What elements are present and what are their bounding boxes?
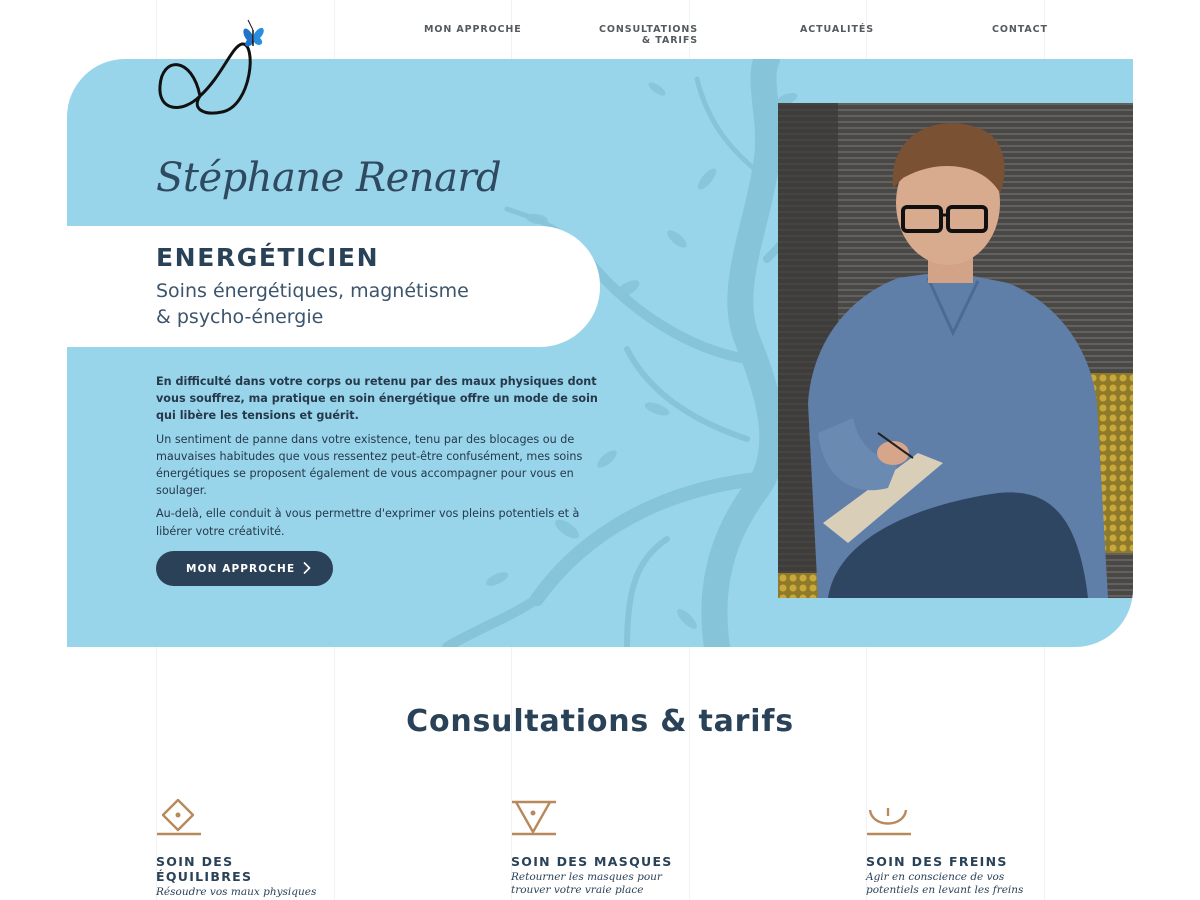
chevron-right-icon [303, 561, 311, 575]
nav-actualites[interactable]: ACTUALITÉS [800, 24, 874, 35]
bowl-brake-icon [867, 808, 911, 836]
card-soin-freins[interactable]: SOIN DES FREINS Agir en conscience de vo… [866, 796, 1066, 897]
card-soin-equilibres[interactable]: SOIN DES ÉQUILIBRES Résoudre vos maux ph… [156, 796, 356, 899]
mon-approche-button[interactable]: MON APPROCHE [156, 551, 333, 586]
subtitle-line2: & psycho-énergie [156, 306, 324, 328]
card-soin-masques[interactable]: SOIN DES MASQUES Retourner les masques p… [511, 796, 711, 897]
consultations-heading: Consultations & tarifs [406, 704, 794, 739]
card-description: Agir en conscience de vos potentiels en … [866, 871, 1024, 896]
nav-contact[interactable]: CONTACT [992, 24, 1048, 35]
man-writing-photo-illustration [778, 103, 1133, 598]
intro-paragraph: Au-delà, elle conduit à vous permettre d… [156, 507, 580, 538]
triangle-mask-icon [512, 800, 556, 836]
diamond-circle-icon [157, 798, 201, 836]
intro-paragraph: Un sentiment de panne dans votre existen… [156, 432, 583, 498]
nav-consultations-line2: & TARIFS [641, 35, 698, 46]
practitioner-photo [778, 103, 1133, 598]
hero-subtitle: Soins énergétiques, magnétisme & psycho-… [156, 278, 576, 330]
nav-consultations-line1: CONSULTATIONS [599, 24, 698, 35]
card-title-line1: SOIN DES FREINS [866, 854, 1008, 869]
card-title: SOIN DES ÉQUILIBRES [156, 854, 356, 884]
cta-label: MON APPROCHE [186, 562, 296, 575]
intro-text: En difficulté dans votre corps ou retenu… [156, 373, 614, 546]
card-description: Résoudre vos maux physiques [156, 886, 317, 898]
butterfly-icon [243, 19, 264, 47]
practitioner-name: Stéphane Renard [156, 155, 502, 201]
intro-lead-paragraph: En difficulté dans votre corps ou retenu… [156, 375, 598, 423]
hero-title: ENERGÉTICIEN [156, 243, 380, 272]
card-title-line1: SOIN DES [156, 854, 234, 869]
subtitle-line1: Soins énergétiques, magnétisme [156, 280, 469, 302]
card-title: SOIN DES FREINS [866, 854, 1066, 869]
hero-section: Stéphane Renard ENERGÉTICIEN Soins énerg… [67, 59, 1133, 647]
card-description: Retourner les masques pour trouver votre… [511, 871, 662, 896]
card-title-line2: ÉQUILIBRES [156, 869, 253, 884]
nav-consultations-tarifs[interactable]: CONSULTATIONS & TARIFS [599, 24, 698, 46]
card-title-line1: SOIN DES MASQUES [511, 854, 673, 869]
infinity-butterfly-logo [158, 19, 264, 115]
card-title: SOIN DES MASQUES [511, 854, 711, 869]
nav-mon-approche[interactable]: MON APPROCHE [424, 24, 522, 35]
